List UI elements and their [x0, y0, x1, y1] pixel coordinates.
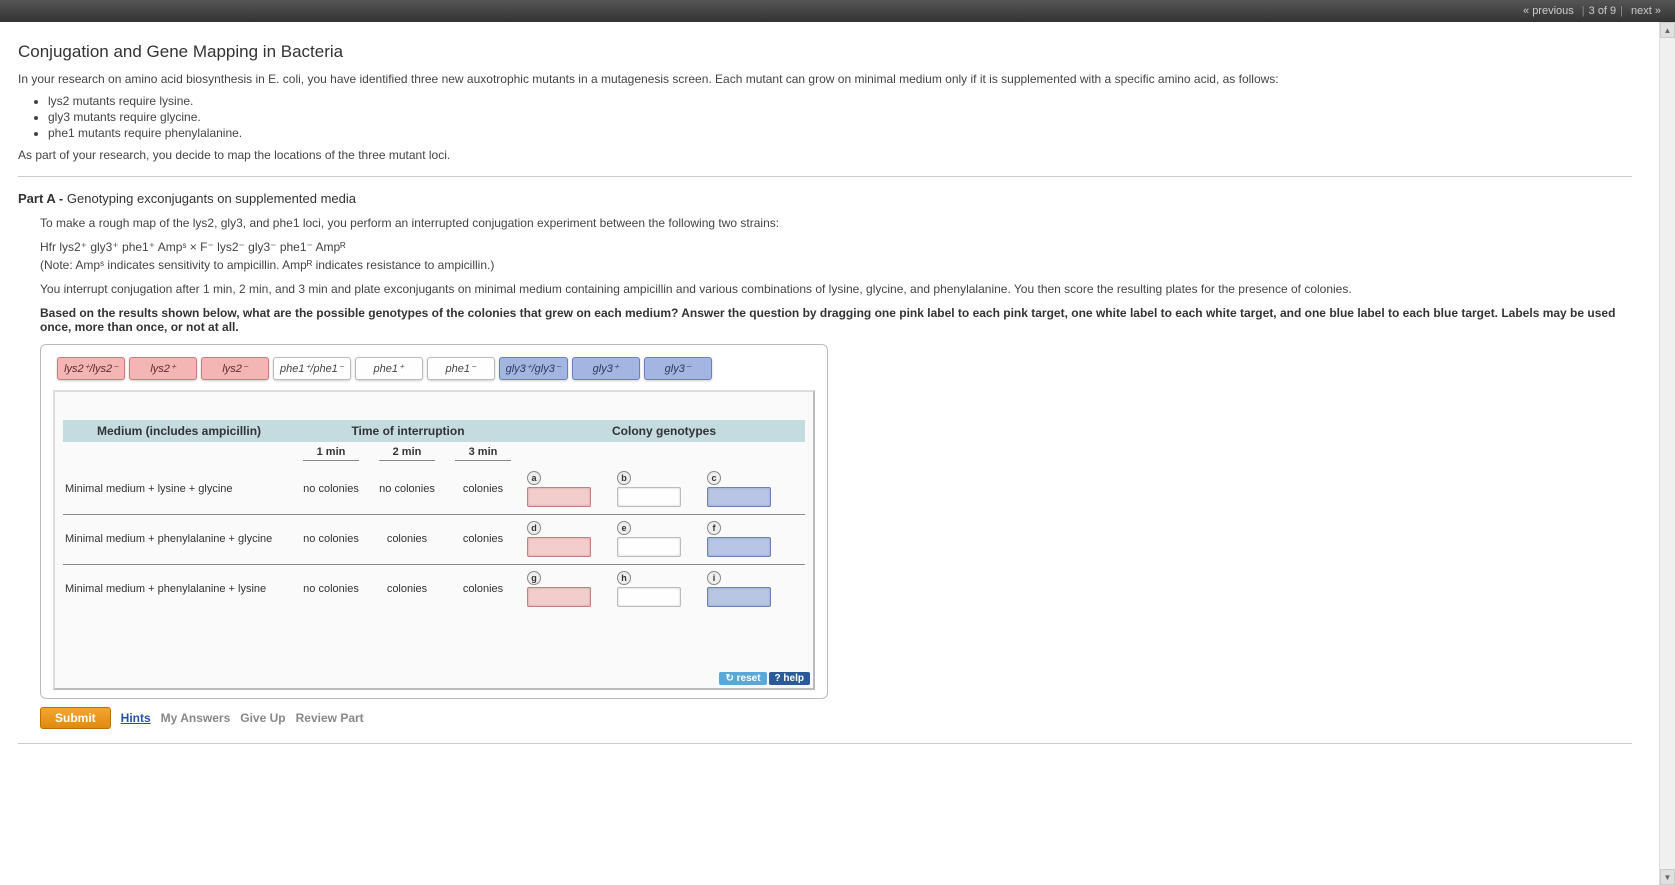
- target-letter: a: [527, 471, 541, 485]
- labels-row: lys2⁺/lys2⁻ lys2⁺ lys2⁻ phe1⁺/phe1⁻ phe1…: [53, 357, 815, 380]
- work-area: Medium (includes ampicillin) Time of int…: [53, 390, 815, 690]
- result-cell: no colonies: [369, 483, 445, 495]
- label-phe1-both[interactable]: phe1⁺/phe1⁻: [273, 357, 351, 380]
- label-gly3-plus[interactable]: gly3⁺: [572, 357, 640, 380]
- medium-cell: Minimal medium + lysine + glycine: [63, 483, 293, 495]
- result-cell: no colonies: [293, 533, 369, 545]
- hints-link[interactable]: Hints: [121, 711, 151, 725]
- result-cell: no colonies: [293, 483, 369, 495]
- target-letter: f: [707, 521, 721, 535]
- list-item: gly3 mutants require glycine.: [48, 110, 1632, 124]
- review-part-link[interactable]: Review Part: [296, 711, 364, 725]
- drag-drop-panel: lys2⁺/lys2⁻ lys2⁺ lys2⁻ phe1⁺/phe1⁻ phe1…: [40, 344, 828, 699]
- label-gly3-minus[interactable]: gly3⁻: [644, 357, 712, 380]
- amp-note: (Note: Ampˢ indicates sensitivity to amp…: [40, 258, 1632, 272]
- prev-link[interactable]: « previous: [1523, 5, 1574, 17]
- target-e[interactable]: [617, 537, 681, 557]
- target-letter: i: [707, 571, 721, 585]
- part-a-heading: Part A - Genotyping exconjugants on supp…: [18, 191, 1632, 206]
- cross-genotype: Hfr lys2⁺ gly3⁺ phe1⁺ Ampˢ × F⁻ lys2⁻ gl…: [40, 240, 1632, 254]
- label-phe1-minus[interactable]: phe1⁻: [427, 357, 495, 380]
- next-link[interactable]: next »: [1631, 5, 1661, 17]
- medium-cell: Minimal medium + phenylalanine + glycine: [63, 533, 293, 545]
- nav-position: 3 of 9: [1589, 5, 1617, 17]
- part-a-instructions: Based on the results shown below, what a…: [40, 306, 1632, 334]
- target-f[interactable]: [707, 537, 771, 557]
- target-letter: c: [707, 471, 721, 485]
- my-answers-link[interactable]: My Answers: [161, 711, 231, 725]
- time-subheader: 1 min 2 min 3 min: [63, 442, 805, 465]
- scrollbar[interactable]: ▲ ▼: [1659, 22, 1675, 885]
- reset-button[interactable]: ↻ reset: [719, 672, 766, 685]
- label-gly3-both[interactable]: gly3⁺/gly3⁻: [499, 357, 568, 380]
- target-i[interactable]: [707, 587, 771, 607]
- help-button[interactable]: ? help: [769, 672, 810, 685]
- target-c[interactable]: [707, 487, 771, 507]
- nav-sep: |: [1582, 5, 1585, 17]
- target-letter: e: [617, 521, 631, 535]
- intro-text: In your research on amino acid biosynthe…: [18, 72, 1632, 86]
- label-lys2-minus[interactable]: lys2⁻: [201, 357, 269, 380]
- medium-cell: Minimal medium + phenylalanine + lysine: [63, 583, 293, 595]
- nav-sep: |: [1620, 5, 1623, 17]
- give-up-link[interactable]: Give Up: [240, 711, 285, 725]
- result-cell: no colonies: [293, 583, 369, 595]
- table-header: Medium (includes ampicillin) Time of int…: [63, 420, 805, 442]
- submit-button[interactable]: Submit: [40, 707, 111, 729]
- th-time: Time of interruption: [293, 424, 523, 438]
- divider: [18, 176, 1632, 177]
- target-a[interactable]: [527, 487, 591, 507]
- target-b[interactable]: [617, 487, 681, 507]
- target-h[interactable]: [617, 587, 681, 607]
- target-letter: d: [527, 521, 541, 535]
- divider: [18, 743, 1632, 744]
- result-cell: colonies: [445, 533, 521, 545]
- target-g[interactable]: [527, 587, 591, 607]
- page-title: Conjugation and Gene Mapping in Bacteria: [18, 42, 1632, 62]
- result-cell: colonies: [445, 483, 521, 495]
- th-genotypes: Colony genotypes: [523, 424, 805, 438]
- label-lys2-both[interactable]: lys2⁺/lys2⁻: [57, 357, 125, 380]
- part-a-p1: To make a rough map of the lys2, gly3, a…: [40, 216, 1632, 230]
- scroll-up-arrow[interactable]: ▲: [1660, 22, 1675, 38]
- target-letter: g: [527, 571, 541, 585]
- target-letter: h: [617, 571, 631, 585]
- list-item: lys2 mutants require lysine.: [48, 94, 1632, 108]
- th-medium: Medium (includes ampicillin): [63, 424, 293, 438]
- intro-text-2: As part of your research, you decide to …: [18, 148, 1632, 162]
- result-cell: colonies: [369, 583, 445, 595]
- top-nav-bar: « previous | 3 of 9 | next »: [0, 0, 1675, 22]
- part-a-p2: You interrupt conjugation after 1 min, 2…: [40, 282, 1632, 296]
- table-row: Minimal medium + lysine + glycine no col…: [63, 465, 805, 515]
- table-row: Minimal medium + phenylalanine + lysine …: [63, 565, 805, 615]
- mutant-list: lys2 mutants require lysine. gly3 mutant…: [48, 94, 1632, 140]
- result-cell: colonies: [445, 583, 521, 595]
- result-cell: colonies: [369, 533, 445, 545]
- scroll-down-arrow[interactable]: ▼: [1660, 869, 1675, 885]
- label-phe1-plus[interactable]: phe1⁺: [355, 357, 423, 380]
- action-bar: Submit Hints My Answers Give Up Review P…: [40, 707, 1632, 729]
- target-letter: b: [617, 471, 631, 485]
- label-lys2-plus[interactable]: lys2⁺: [129, 357, 197, 380]
- list-item: phe1 mutants require phenylalanine.: [48, 126, 1632, 140]
- table-row: Minimal medium + phenylalanine + glycine…: [63, 515, 805, 565]
- target-d[interactable]: [527, 537, 591, 557]
